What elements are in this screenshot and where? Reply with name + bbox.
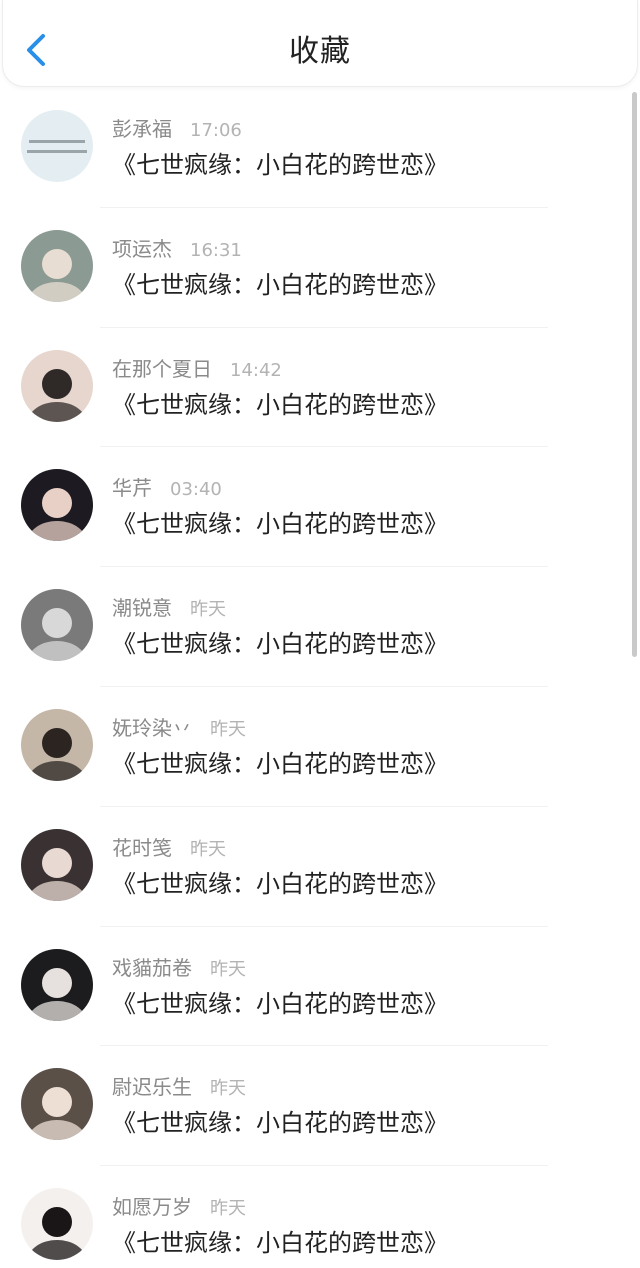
top-bar: 收藏 [2,0,638,87]
timestamp: 03:40 [170,479,222,501]
avatar[interactable] [21,828,93,901]
list-item[interactable]: 戏貓茄卷 昨天《七世疯缘：小白花的跨世恋》 [0,927,628,1047]
favorites-list: 彭承福 17:06 《七世疯缘：小白花的跨世恋》 项运杰 16:31 《七世疯缘：小白花的… [0,88,628,1268]
user-name[interactable]: 妩玲染丷 [112,716,192,740]
list-item[interactable]: 潮锐意 昨天《七世疯缘：小白花的跨世恋》 [0,567,628,687]
list-item[interactable]: 尉迟乐生 昨天《七世疯缘：小白花的跨世恋》 [0,1046,628,1167]
favorite-title[interactable]: 《七世疯缘：小白花的跨世恋》 [112,1106,448,1140]
avatar[interactable] [21,708,93,781]
item-header: 彭承福 17:06 [112,114,242,144]
user-name[interactable]: 如愿万岁 [112,1195,192,1219]
favorite-title[interactable]: 《七世疯缘：小白花的跨世恋》 [112,627,448,661]
item-header: 如愿万岁 昨天 [112,1192,246,1222]
scrollbar[interactable] [632,92,637,657]
user-name[interactable]: 潮锐意 [112,596,172,620]
timestamp: 昨天 [210,1198,246,1220]
timestamp: 昨天 [210,958,246,980]
item-header: 项运杰 16:31 [112,234,242,264]
favorite-title[interactable]: 《七世疯缘：小白花的跨世恋》 [112,148,448,182]
timestamp: 16:31 [190,239,242,261]
list-item[interactable]: 项运杰 16:31 《七世疯缘：小白花的跨世恋》 [0,208,628,328]
avatar[interactable] [21,469,93,542]
list-item[interactable]: 花时笺 昨天《七世疯缘：小白花的跨世恋》 [0,807,628,927]
timestamp: 14:42 [230,359,282,381]
avatar[interactable] [21,1068,93,1141]
timestamp: 昨天 [190,599,226,621]
item-header: 戏貓茄卷 昨天 [112,953,246,983]
list-item[interactable]: 如愿万岁 昨天《七世疯缘：小白花的跨世恋》 [0,1166,628,1268]
user-name[interactable]: 彭承福 [112,117,172,141]
favorite-title[interactable]: 《七世疯缘：小白花的跨世恋》 [112,747,448,781]
list-item[interactable]: 在那个夏日 14:42 《七世疯缘：小白花的跨世恋》 [0,328,628,448]
favorite-title[interactable]: 《七世疯缘：小白花的跨世恋》 [112,1226,448,1260]
list-item[interactable]: 华芹 03:40 《七世疯缘：小白花的跨世恋》 [0,447,628,568]
favorite-title[interactable]: 《七世疯缘：小白花的跨世恋》 [112,507,448,541]
avatar[interactable] [21,229,93,302]
avatar[interactable] [21,349,93,422]
timestamp: 17:06 [190,120,242,141]
user-name[interactable]: 花时笺 [112,836,172,860]
favorite-title[interactable]: 《七世疯缘：小白花的跨世恋》 [112,268,448,302]
user-name[interactable]: 尉迟乐生 [112,1075,192,1099]
item-header: 潮锐意 昨天 [112,593,226,623]
avatar[interactable] [21,589,93,662]
timestamp: 昨天 [190,838,226,860]
list-item[interactable]: 彭承福 17:06 《七世疯缘：小白花的跨世恋》 [0,88,628,208]
avatar[interactable] [21,110,93,182]
favorite-title[interactable]: 《七世疯缘：小白花的跨世恋》 [112,388,448,422]
favorite-title[interactable]: 《七世疯缘：小白花的跨世恋》 [112,987,448,1021]
user-name[interactable]: 在那个夏日 [112,357,212,381]
item-header: 花时笺 昨天 [112,833,226,863]
user-name[interactable]: 项运杰 [112,237,172,261]
item-header: 妩玲染丷 昨天 [112,713,246,743]
list-item[interactable]: 妩玲染丷 昨天《七世疯缘：小白花的跨世恋》 [0,687,628,807]
user-name[interactable]: 华芹 [112,476,152,500]
avatar[interactable] [21,1188,93,1261]
user-name[interactable]: 戏貓茄卷 [112,956,192,980]
item-header: 华芹 03:40 [112,473,222,503]
item-header: 在那个夏日 14:42 [112,354,282,384]
favorite-title[interactable]: 《七世疯缘：小白花的跨世恋》 [112,867,448,901]
timestamp: 昨天 [210,1078,246,1100]
item-header: 尉迟乐生 昨天 [112,1072,246,1102]
timestamp: 昨天 [210,718,246,740]
page-title: 收藏 [289,34,351,69]
avatar[interactable] [21,948,93,1021]
